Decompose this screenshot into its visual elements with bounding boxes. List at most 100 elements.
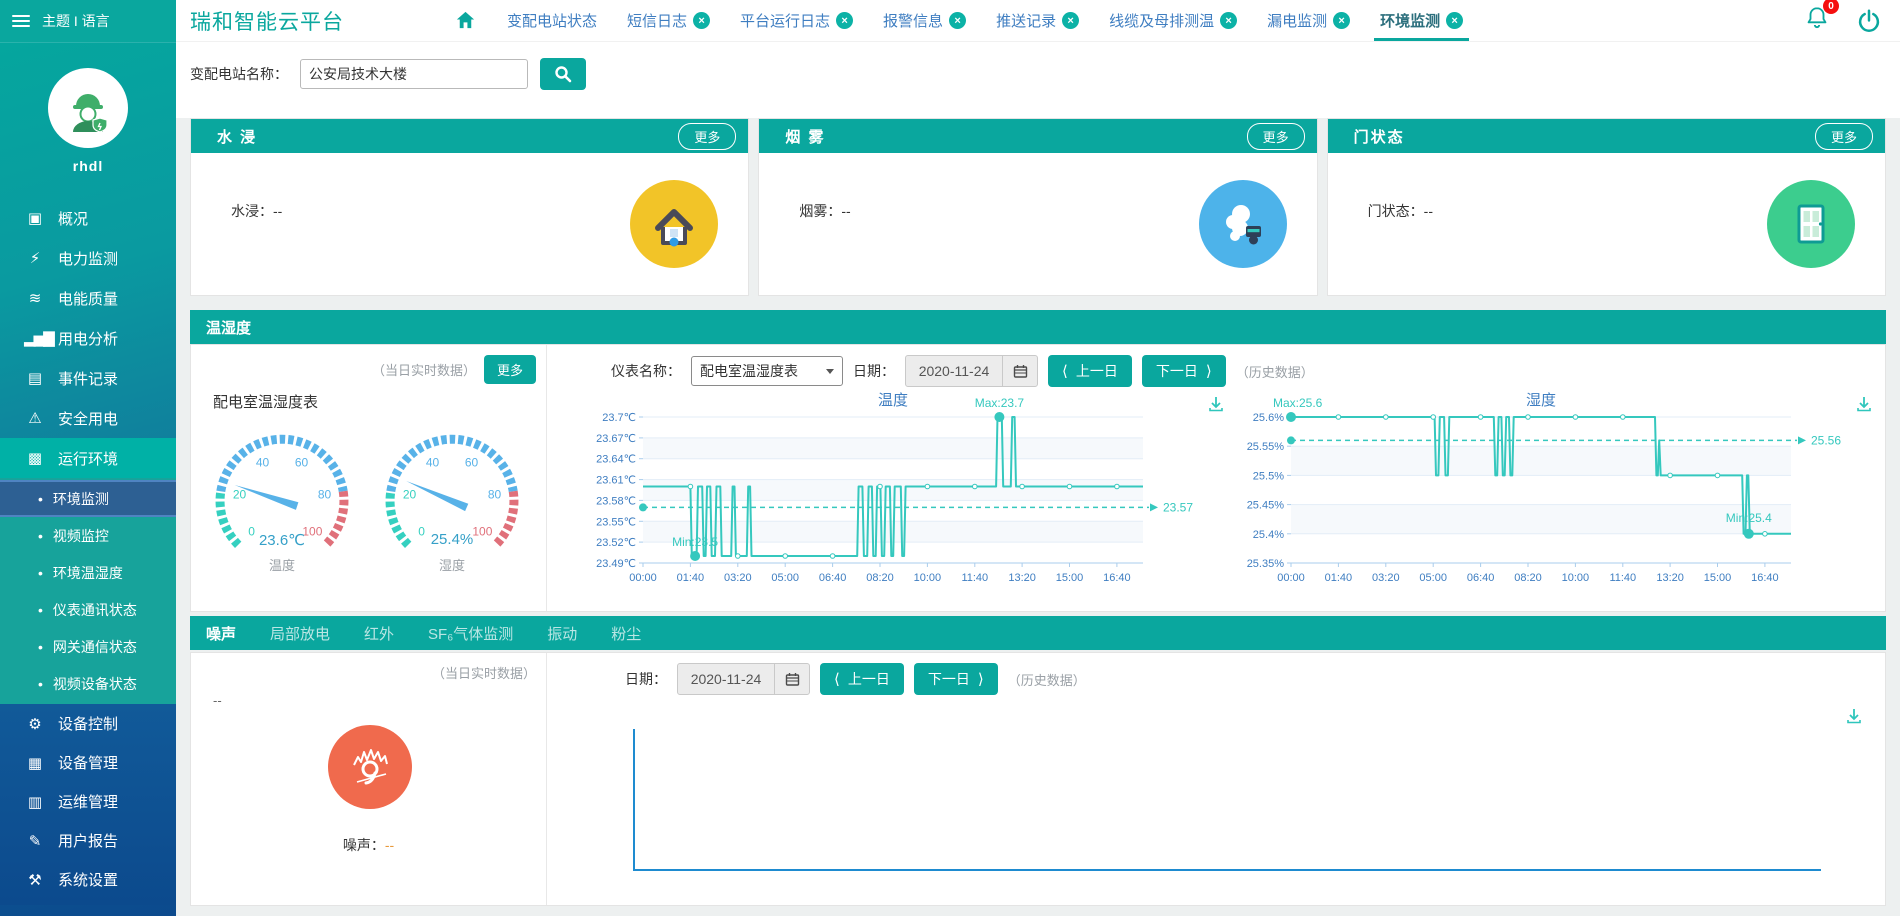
sidebar-item-label: 设备管理 [58, 752, 118, 773]
download-icon[interactable] [1845, 707, 1863, 730]
substation-search-row: 变配电站名称： [190, 58, 586, 90]
top-nav-item-cable-busbar-temp[interactable]: 线缆及母排测温× [1109, 0, 1237, 41]
download-icon[interactable] [1855, 395, 1873, 418]
page-title: 瑞和智能云平台 [190, 6, 344, 36]
substation-name-input[interactable] [300, 59, 528, 89]
sidebar-subitem-video-device-status[interactable]: •视频设备状态 [0, 665, 176, 702]
history-data-label: （历史数据） [1236, 362, 1314, 381]
prev-day-button[interactable]: ⟨ 上一日 [1048, 355, 1132, 387]
sidebar-item-ops-mgmt[interactable]: ▥运维管理 [0, 782, 176, 821]
sidebar-subitem-gateway-comm-status[interactable]: •网关通信状态 [0, 628, 176, 665]
door-more-button[interactable]: 更多 [1815, 123, 1873, 150]
sidebar-item-safe-power[interactable]: ⚠安全用电 [0, 398, 176, 438]
overview-icon: ▣ [24, 209, 44, 227]
top-nav-item-platform-run-log[interactable]: 平台运行日志× [740, 0, 853, 41]
home-icon[interactable] [454, 9, 477, 32]
sidebar-item-runtime-env[interactable]: ▩运行环境 [0, 438, 176, 478]
date-picker[interactable]: 2020-11-24 [677, 663, 810, 695]
date-picker[interactable]: 2020-11-24 [905, 355, 1038, 387]
sidebar-item-usage-analysis[interactable]: ▂▅▇用电分析 [0, 318, 176, 358]
sidebar-item-label: 运行环境 [58, 448, 118, 469]
gauges-more-button[interactable]: 更多 [484, 355, 536, 384]
next-day-button[interactable]: 下一日 ⟩ [1142, 355, 1226, 387]
sidebar-item-device-mgmt[interactable]: ▦设备管理 [0, 743, 176, 782]
next-day-button[interactable]: 下一日 ⟩ [914, 663, 998, 695]
meter-select-label: 仪表名称： [611, 361, 681, 381]
tab-noise[interactable]: 噪声 [206, 623, 236, 644]
tab-vibration[interactable]: 振动 [547, 623, 577, 644]
svg-text:11:40: 11:40 [1609, 572, 1636, 584]
substation-name-label: 变配电站名称： [190, 64, 288, 84]
top-nav-item-substation-status[interactable]: 变配电站状态 [507, 0, 597, 41]
svg-text:Max:23.7: Max:23.7 [975, 396, 1025, 410]
top-nav-item-sms-log[interactable]: 短信日志× [627, 0, 710, 41]
sidebar-item-device-control[interactable]: ⚙设备控制 [0, 704, 176, 743]
sidebar: 主题 I 语言 rhdl ▣概况⚡电力监测≋电能质量▂▅▇用电分析▤事件记录⚠安… [0, 0, 176, 916]
humidity-gauge-label: 湿度 [375, 555, 529, 574]
water-more-button[interactable]: 更多 [678, 123, 736, 150]
meter-title: 配电室温湿度表 [213, 391, 318, 412]
sidebar-subitem-env-temp-humidity[interactable]: •环境温湿度 [0, 554, 176, 591]
sidebar-item-power-monitor[interactable]: ⚡电力监测 [0, 238, 176, 278]
svg-text:10:00: 10:00 [914, 572, 942, 584]
download-icon[interactable] [1207, 395, 1225, 418]
top-nav-item-alarm-info[interactable]: 报警信息× [883, 0, 966, 41]
temperature-gauge-label: 温度 [205, 555, 359, 574]
meter-select[interactable]: 配电室温湿度表 [691, 356, 843, 386]
tab-infrared[interactable]: 红外 [364, 623, 394, 644]
sidebar-menu: ▣概况⚡电力监测≋电能质量▂▅▇用电分析▤事件记录⚠安全用电▩运行环境 [0, 198, 176, 478]
top-nav-item-env-monitor[interactable]: 环境监测 × [1380, 0, 1463, 41]
svg-text:23.57: 23.57 [1163, 500, 1193, 514]
svg-text:15:00: 15:00 [1704, 572, 1732, 584]
calendar-icon[interactable] [774, 664, 809, 694]
temperature-chart-box: 23.49℃23.52℃23.55℃23.58℃23.61℃23.64℃23.6… [587, 389, 1227, 601]
close-icon[interactable]: × [693, 12, 710, 29]
svg-text:23.67℃: 23.67℃ [596, 433, 636, 445]
svg-text:23.61℃: 23.61℃ [596, 475, 636, 487]
close-icon[interactable]: × [1333, 12, 1350, 29]
top-nav-item-push-records[interactable]: 推送记录 × [996, 0, 1079, 41]
sidebar-subitem-video-monitor[interactable]: •视频监控 [0, 517, 176, 554]
tab-dust[interactable]: 粉尘 [611, 623, 641, 644]
top-nav-label: 环境监测 [1380, 10, 1440, 31]
svg-text:03:20: 03:20 [1372, 572, 1400, 584]
temp-humidity-section-bar: 温湿度 [190, 310, 1886, 344]
avatar[interactable] [48, 68, 128, 148]
notifications-button[interactable]: 0 [1804, 5, 1830, 36]
hamburger-menu-icon[interactable] [12, 15, 30, 27]
theme-language-switch[interactable]: 主题 I 语言 [42, 11, 110, 31]
noise-panel: （当日实时数据） -- 噪声：-- 日期： [190, 652, 1886, 906]
sidebar-subitem-env-monitor[interactable]: •环境监测 [0, 480, 176, 517]
sidebar-subitem-meter-comm-status[interactable]: •仪表通讯状态 [0, 591, 176, 628]
card-body: 水浸：-- [191, 153, 748, 295]
tab-partial-discharge[interactable]: 局部放电 [270, 623, 330, 644]
power-icon[interactable] [1856, 8, 1882, 34]
svg-text:11:40: 11:40 [961, 572, 988, 584]
top-nav-label: 推送记录 [996, 10, 1056, 31]
close-icon[interactable]: × [836, 12, 853, 29]
prev-day-button[interactable]: ⟨ 上一日 [820, 663, 904, 695]
close-icon[interactable]: × [949, 12, 966, 29]
temperature-chart: 23.49℃23.52℃23.55℃23.58℃23.61℃23.64℃23.6… [587, 389, 1207, 589]
sidebar-subitem-label: 视频设备状态 [53, 674, 137, 694]
sidebar-item-system-settings[interactable]: ⚒系统设置 [0, 860, 176, 899]
sidebar-item-event-records[interactable]: ▤事件记录 [0, 358, 176, 398]
top-nav-item-leakage-monitor[interactable]: 漏电监测× [1267, 0, 1350, 41]
search-button[interactable] [540, 58, 586, 90]
sidebar-item-power-quality[interactable]: ≋电能质量 [0, 278, 176, 318]
svg-text:05:00: 05:00 [771, 572, 799, 584]
card-title: 烟 雾 [785, 126, 825, 147]
realtime-row: （当日实时数据） 更多 [191, 345, 546, 384]
tab-sf6-gas[interactable]: SF₆气体监测 [428, 623, 513, 644]
calendar-icon[interactable] [1002, 356, 1037, 386]
smoke-more-button[interactable]: 更多 [1247, 123, 1305, 150]
sidebar-item-user-report[interactable]: ✎用户报告 [0, 821, 176, 860]
close-icon[interactable]: × [1446, 12, 1463, 29]
sidebar-item-label: 设备控制 [58, 713, 118, 734]
close-icon[interactable]: × [1062, 12, 1079, 29]
sidebar-item-overview[interactable]: ▣概况 [0, 198, 176, 238]
svg-text:25.6%: 25.6% [1253, 412, 1284, 424]
safe-power-icon: ⚠ [24, 409, 44, 427]
close-icon[interactable]: × [1220, 12, 1237, 29]
main-area: 瑞和智能云平台 变配电站状态短信日志×平台运行日志×报警信息×推送记录×线缆及母… [176, 0, 1900, 916]
